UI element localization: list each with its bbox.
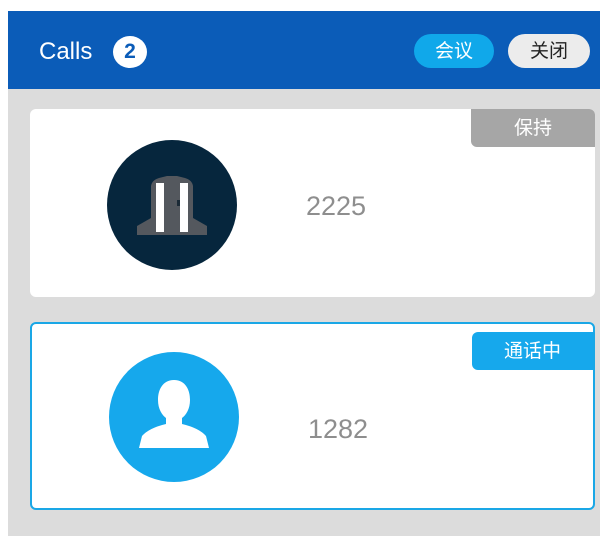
header-title: Calls (39, 38, 93, 65)
call-card-active[interactable]: 通话中 1282 (30, 322, 595, 510)
user-avatar-icon (109, 352, 239, 482)
active-status-badge: 通话中 (472, 332, 593, 370)
call-count-badge: 2 (113, 36, 147, 68)
call-number: 1282 (308, 414, 369, 444)
call-card-held[interactable]: 保持 2225 (30, 109, 595, 297)
calls-header: Calls 2 会议 关闭 (8, 11, 600, 89)
calls-panel: Calls 2 会议 关闭 保持 2225 通话中 1282 (8, 11, 600, 536)
close-button[interactable]: 关闭 (508, 34, 590, 68)
building-avatar-icon (107, 140, 237, 270)
call-number: 2225 (306, 191, 367, 221)
conference-button[interactable]: 会议 (414, 34, 494, 68)
hold-status-badge: 保持 (471, 109, 595, 147)
